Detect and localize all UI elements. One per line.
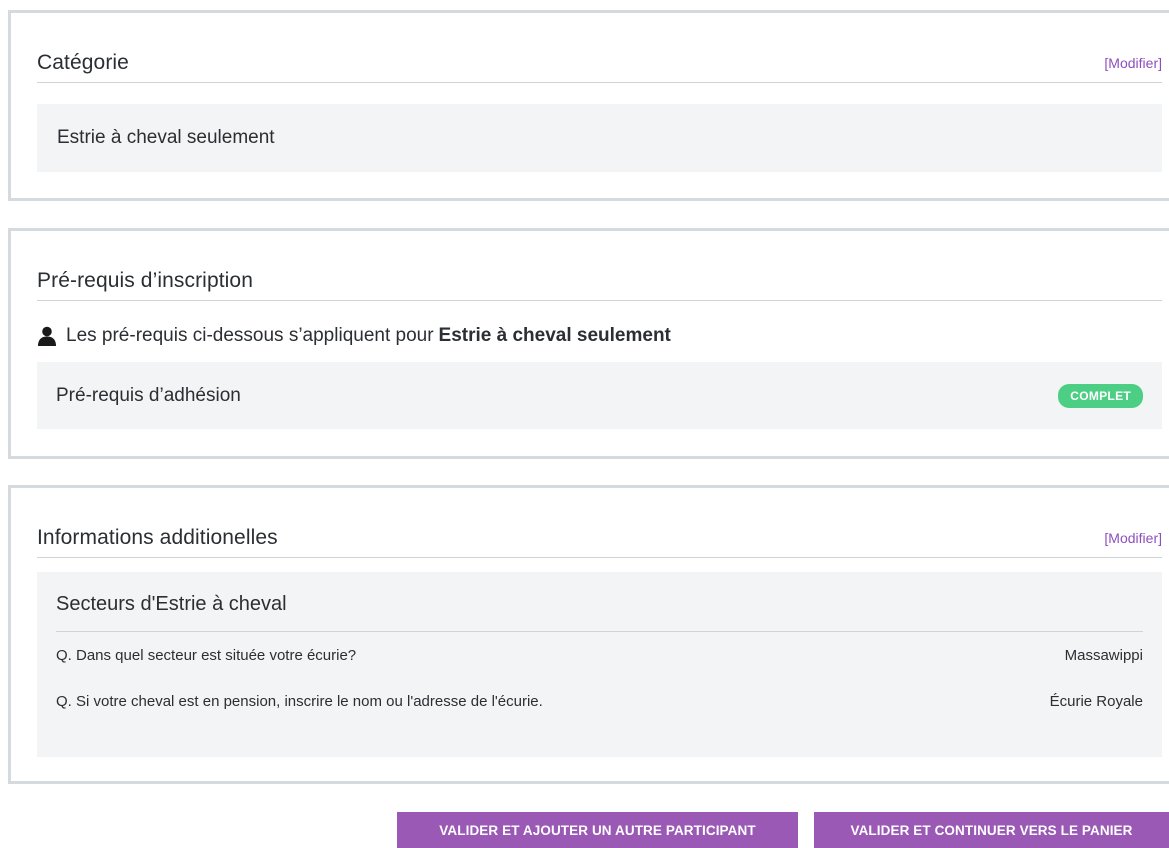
additional-info-panel: Secteurs d'Estrie à cheval Q. Dans quel …: [37, 572, 1162, 757]
answer-text: Écurie Royale: [1049, 692, 1143, 710]
prerequisites-card: Pré-requis d’inscription Les pré-requis …: [8, 228, 1169, 459]
applies-text: Les pré-requis ci-dessous s’appliquent p…: [66, 325, 434, 346]
user-icon: [37, 326, 57, 346]
status-badge: COMPLET: [1058, 383, 1143, 408]
category-card: Catégorie [Modifier] Estrie à cheval seu…: [8, 10, 1169, 201]
prerequisites-header: Pré-requis d’inscription: [37, 269, 1162, 301]
category-title: Catégorie: [37, 51, 129, 74]
category-value: Estrie à cheval seulement: [57, 127, 275, 148]
prerequisites-applies-line: Les pré-requis ci-dessous s’appliquent p…: [37, 325, 671, 347]
prerequisite-label: Pré-requis d’adhésion: [56, 384, 241, 406]
category-header: Catégorie [Modifier]: [37, 51, 1162, 83]
prerequisite-item: Pré-requis d’adhésion COMPLET: [37, 362, 1162, 429]
question-text: Q. Si votre cheval est en pension, inscr…: [56, 692, 543, 710]
qa-row: Q. Dans quel secteur est située votre éc…: [56, 632, 1143, 678]
add-participant-button[interactable]: VALIDER ET AJOUTER UN AUTRE PARTICIPANT: [397, 812, 798, 848]
category-value-panel: Estrie à cheval seulement: [37, 104, 1162, 172]
modify-additional-info-link[interactable]: [Modifier]: [1104, 530, 1162, 546]
continue-to-cart-button[interactable]: VALIDER ET CONTINUER VERS LE PANIER: [814, 812, 1169, 848]
modify-category-link[interactable]: [Modifier]: [1104, 55, 1162, 71]
additional-info-header: Informations additionelles [Modifier]: [37, 526, 1162, 558]
answer-text: Massawippi: [1064, 646, 1143, 664]
section-title: Secteurs d'Estrie à cheval: [56, 572, 1143, 632]
qa-row: Q. Si votre cheval est en pension, inscr…: [56, 678, 1143, 724]
applies-target: Estrie à cheval seulement: [438, 325, 671, 346]
question-text: Q. Dans quel secteur est située votre éc…: [56, 646, 357, 664]
prerequisites-title: Pré-requis d’inscription: [37, 269, 253, 292]
additional-info-card: Informations additionelles [Modifier] Se…: [8, 485, 1169, 784]
additional-info-title: Informations additionelles: [37, 526, 278, 549]
